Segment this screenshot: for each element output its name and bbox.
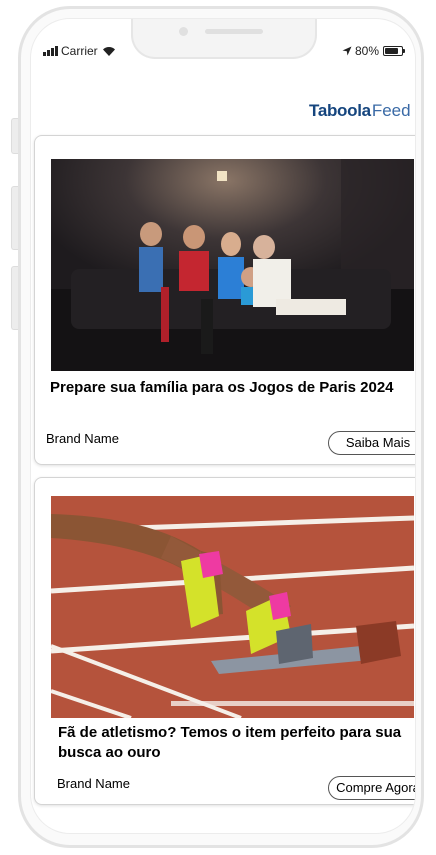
speaker [205, 29, 263, 34]
volume-up-button [11, 186, 18, 250]
feed-card[interactable]: Fã de atletismo? Temos o item perfeito p… [34, 477, 415, 805]
phone-screen: Carrier 80% Taboola Feed Prepare sua fam… [30, 18, 416, 834]
status-bar-right: 80% [342, 43, 405, 59]
logo-main: Taboola [309, 101, 371, 120]
saiba-mais-button[interactable]: Saiba Mais [328, 431, 415, 455]
camera [179, 27, 188, 36]
taboola-feed-logo: Taboola Feed [309, 101, 411, 121]
card-image-family[interactable] [51, 159, 414, 371]
card-image-track[interactable] [51, 496, 414, 718]
mute-switch [11, 118, 18, 154]
brand-name: Brand Name [46, 431, 119, 446]
location-arrow-icon [342, 46, 352, 56]
logo-sub: Feed [371, 101, 411, 120]
status-bar-left: Carrier [43, 43, 116, 59]
notch [131, 19, 317, 59]
volume-down-button [11, 266, 18, 330]
feed-card[interactable]: Prepare sua família para os Jogos de Par… [34, 135, 415, 465]
card-title[interactable]: Prepare sua família para os Jogos de Par… [50, 378, 400, 398]
battery-percent: 80% [354, 44, 379, 58]
card-title[interactable]: Fã de atletismo? Temos o item perfeito p… [58, 723, 403, 763]
battery-icon [383, 46, 405, 56]
compre-agora-button[interactable]: Compre Agora [328, 776, 415, 800]
brand-name: Brand Name [57, 776, 130, 791]
wifi-icon [102, 47, 115, 56]
signal-bars-icon [43, 46, 58, 56]
carrier-label: Carrier [61, 44, 98, 58]
